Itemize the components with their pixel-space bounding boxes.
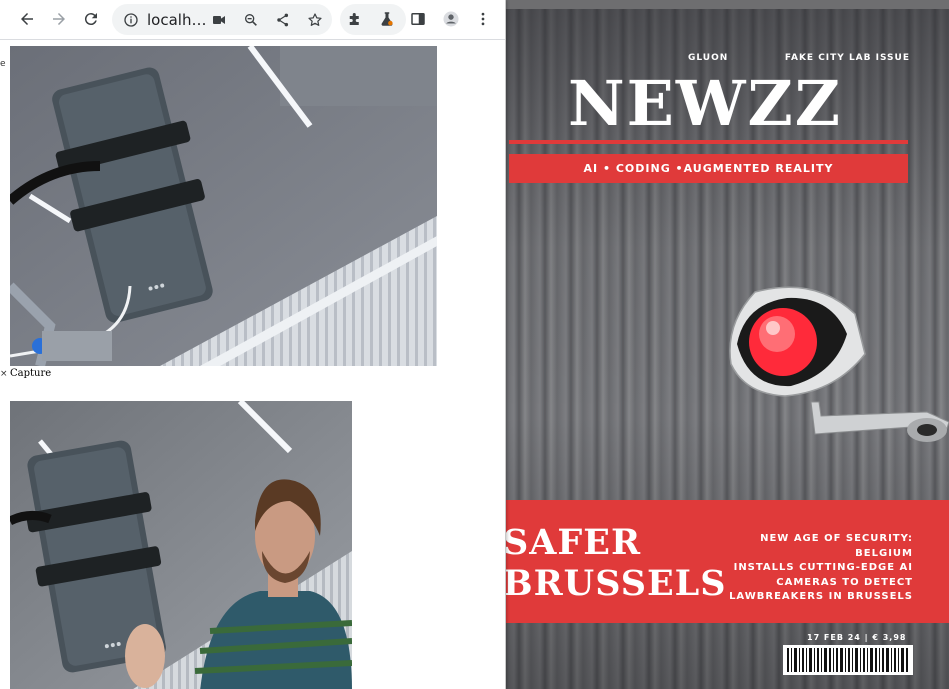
puzzle-icon[interactable] xyxy=(341,5,369,33)
magazine-issue: FAKE CITY LAB ISSUE xyxy=(784,53,910,63)
subheadline-line: INSTALLS CUTTING-EDGE AI xyxy=(733,562,913,573)
security-camera-image xyxy=(729,286,949,442)
forward-arrow-icon[interactable] xyxy=(45,5,73,33)
kebab-menu-icon[interactable] xyxy=(469,5,497,33)
headline: SAFER BRUSSELS xyxy=(505,522,727,604)
headline-line: SAFER xyxy=(505,522,642,563)
webcam-video[interactable] xyxy=(10,46,437,366)
url-text[interactable]: localh… xyxy=(147,11,206,29)
title-divider xyxy=(509,140,908,144)
browser-toolbar: localh… xyxy=(0,0,505,40)
magazine-cover: GLUON FAKE CITY LAB ISSUE NEWZZ AI • COD… xyxy=(505,9,949,689)
captured-image xyxy=(10,401,352,689)
subheadline-line: LAWBREAKERS IN BRUSSELS xyxy=(729,591,913,602)
magazine-title: NEWZZ xyxy=(567,67,843,140)
magazine-brand: GLUON xyxy=(688,53,729,63)
address-bar[interactable]: localh… xyxy=(112,4,332,35)
zoom-icon[interactable] xyxy=(240,9,262,31)
barcode xyxy=(783,645,913,675)
headline-panel: SAFER BRUSSELS NEW AGE OF SECURITY: BELG… xyxy=(505,500,949,623)
topic-band: AI • CODING •AUGMENTED REALITY xyxy=(509,154,908,183)
subheadline-line: NEW AGE OF SECURITY: BELGIUM xyxy=(760,533,913,559)
capture-label: Capture xyxy=(10,368,52,379)
page-content: e × Capture xyxy=(0,41,505,689)
extensions-area xyxy=(340,4,406,35)
browser-window: localh… e × Capture xyxy=(0,0,506,689)
reload-icon[interactable] xyxy=(77,5,105,33)
back-arrow-icon[interactable] xyxy=(13,5,41,33)
info-icon[interactable] xyxy=(120,9,142,31)
flask-icon[interactable] xyxy=(373,5,401,33)
edge-close-glyph: × xyxy=(0,369,8,379)
share-icon[interactable] xyxy=(272,9,294,31)
star-icon[interactable] xyxy=(304,9,326,31)
subheadline: NEW AGE OF SECURITY: BELGIUM INSTALLS CU… xyxy=(713,532,913,605)
camera-icon[interactable] xyxy=(208,9,230,31)
edge-text: e xyxy=(0,59,6,69)
price-date: 17 FEB 24 | € 3,98 xyxy=(807,633,907,642)
headline-line: BRUSSELS xyxy=(505,563,727,604)
subheadline-line: CAMERAS TO DETECT xyxy=(776,576,913,588)
profile-icon[interactable] xyxy=(437,5,465,33)
sidepanel-icon[interactable] xyxy=(404,5,432,33)
